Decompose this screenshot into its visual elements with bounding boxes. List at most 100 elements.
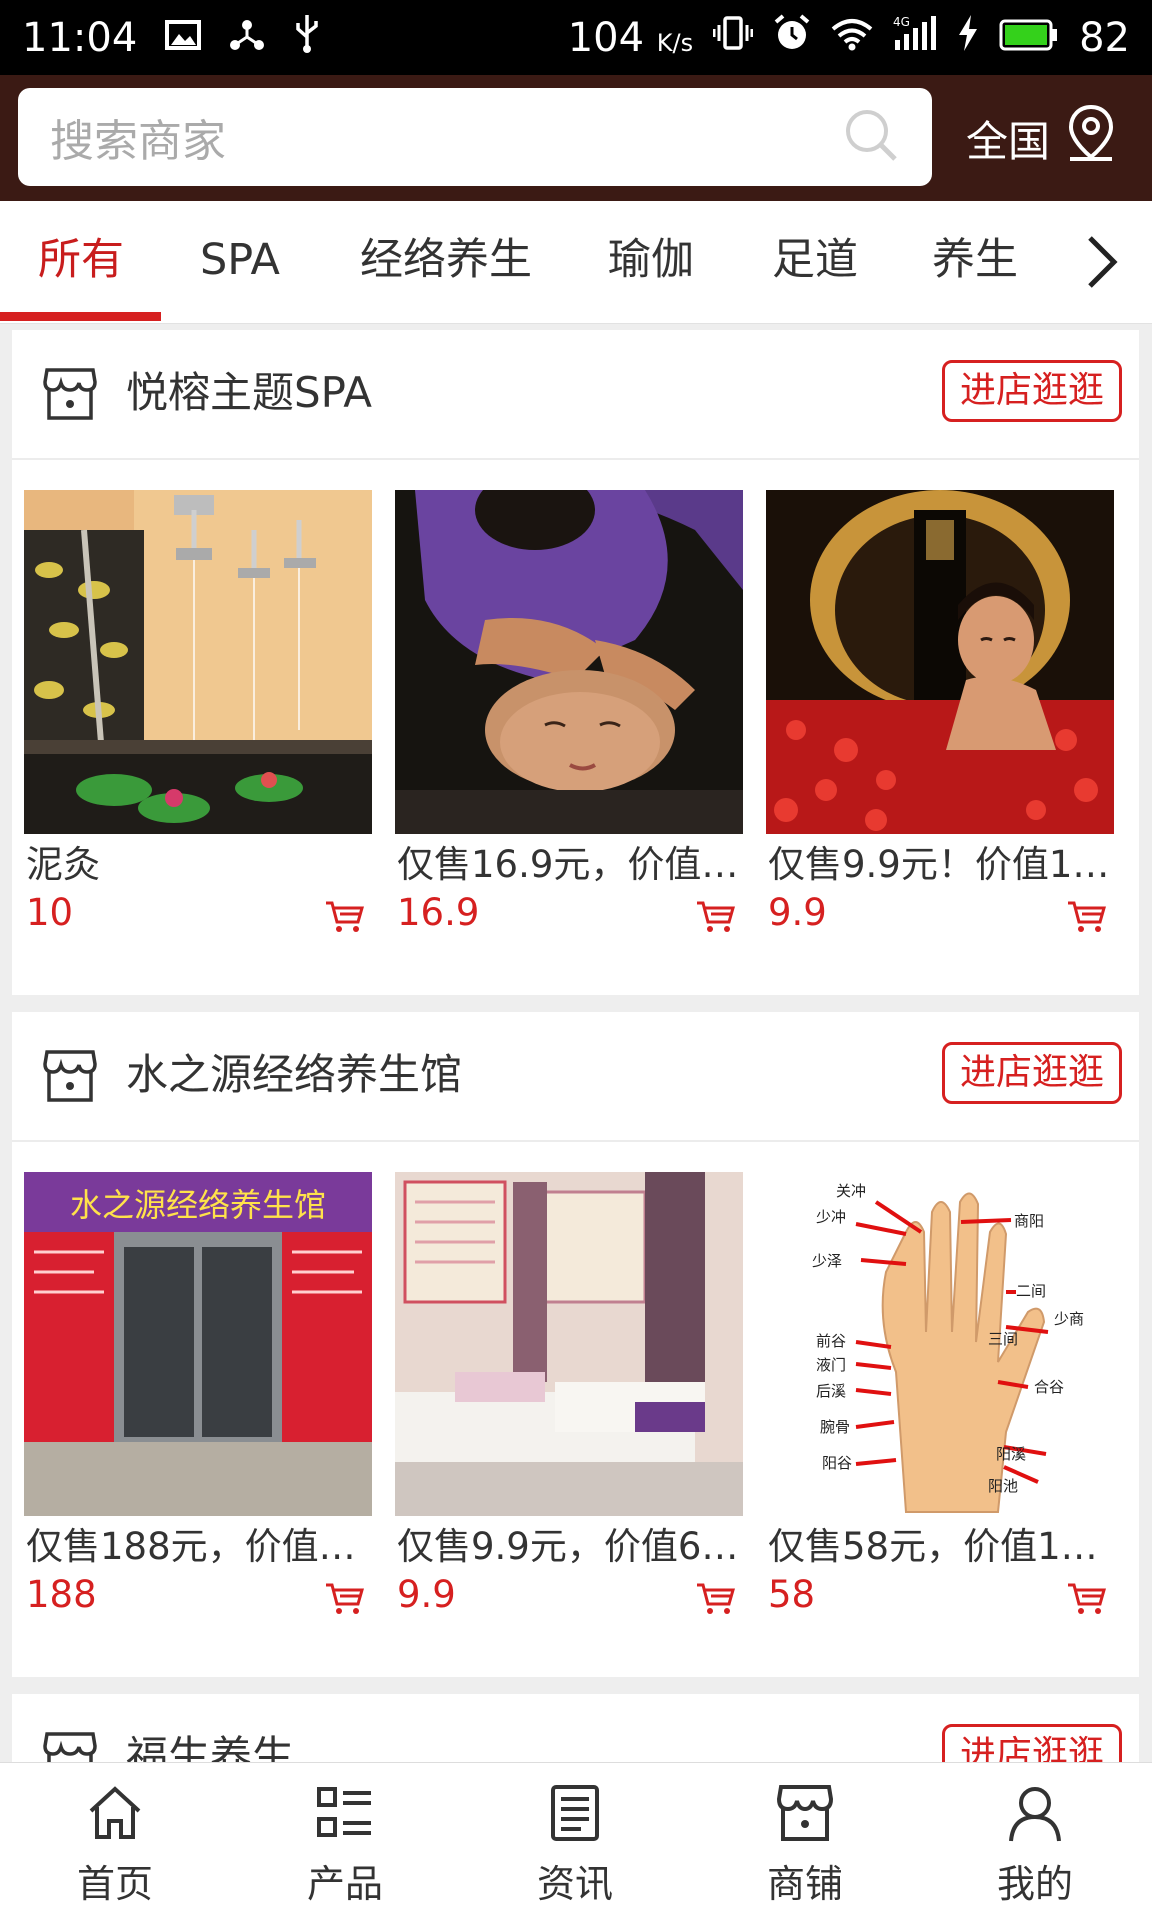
store-card: 福生养生 进店逛逛: [12, 1694, 1139, 1762]
visit-store-button[interactable]: 进店逛逛: [942, 1724, 1122, 1762]
network-speed: 104 K/s: [567, 14, 694, 61]
cart-icon[interactable]: [695, 1582, 735, 1620]
product-item[interactable]: 仅售16.9元，价值2... 16.9: [395, 490, 743, 934]
store-card: 悦榕主题SPA 进店逛逛 泥灸 10 仅售16.9元，价值2... 16.9 仅…: [12, 330, 1139, 995]
nav-stores-label: 商铺: [766, 1862, 843, 1906]
product-item[interactable]: 关冲 少冲 商阳 少泽 二间 少商 前谷 三间 液门 后溪 合谷 腕骨 阳溪 阳…: [766, 1172, 1114, 1616]
home-icon: [85, 1783, 145, 1847]
top-header: 搜索商家 全国: [0, 75, 1152, 201]
tab-foot[interactable]: 足道: [772, 201, 858, 323]
news-icon: [545, 1783, 605, 1847]
category-tabs: 所有 SPA 经络养生 瑜伽 足道 养生: [0, 201, 1152, 324]
svg-text:关冲: 关冲: [836, 1182, 866, 1200]
svg-text:阳谷: 阳谷: [822, 1454, 852, 1472]
location-pin-icon: [1064, 103, 1118, 173]
chevron-right-icon[interactable]: [1082, 232, 1122, 296]
tab-yoga[interactable]: 瑜伽: [608, 201, 694, 323]
product-image-shower-room[interactable]: [24, 490, 372, 834]
store-icon: [775, 1783, 835, 1847]
store-header: 悦榕主题SPA 进店逛逛: [12, 330, 1139, 460]
alarm-icon: [773, 13, 811, 62]
nav-home[interactable]: 首页: [0, 1763, 230, 1921]
product-title: 仅售9.9元，价值68...: [397, 1525, 743, 1568]
product-title: 仅售58元，价值12...: [768, 1525, 1114, 1568]
product-row: 泥灸 10 仅售16.9元，价值2... 16.9 仅售9.9元！价值12...…: [12, 460, 1139, 934]
tab-all[interactable]: 所有: [38, 201, 124, 323]
nav-home-label: 首页: [76, 1862, 153, 1906]
search-icon[interactable]: [842, 106, 900, 168]
active-tab-indicator: [0, 312, 161, 321]
product-price: 16.9: [397, 891, 480, 934]
svg-text:三间: 三间: [988, 1330, 1018, 1348]
region-selector[interactable]: 全国: [966, 95, 1118, 181]
nav-news-label: 资讯: [536, 1862, 613, 1906]
nav-mine-label: 我的: [996, 1862, 1073, 1906]
product-price: 58: [768, 1573, 816, 1616]
nav-products[interactable]: 产品: [230, 1763, 460, 1921]
product-title: 仅售16.9元，价值2...: [397, 843, 743, 886]
share-notification-icon: [229, 15, 265, 61]
cart-icon[interactable]: [324, 1582, 364, 1620]
product-image-facial-massage[interactable]: [395, 490, 743, 834]
signal-4g-icon: 4G: [893, 14, 937, 62]
status-bar: 11:04 104 K/s 4G 82: [0, 0, 1152, 75]
svg-text:商阳: 商阳: [1014, 1212, 1044, 1230]
store-name: 悦榕主题SPA: [126, 368, 373, 417]
svg-text:阳溪: 阳溪: [996, 1445, 1026, 1463]
nav-stores[interactable]: 商铺: [690, 1763, 920, 1921]
svg-text:水之源经络养生馆: 水之源经络养生馆: [70, 1186, 326, 1224]
product-image-storefront[interactable]: 水之源经络养生馆: [24, 1172, 372, 1516]
store-icon: [42, 1048, 98, 1108]
wifi-icon: [831, 15, 873, 61]
nav-news[interactable]: 资讯: [460, 1763, 690, 1921]
battery-level: 82: [1079, 14, 1130, 61]
nav-mine[interactable]: 我的: [920, 1763, 1150, 1921]
product-price: 9.9: [397, 1573, 456, 1616]
store-card: 水之源经络养生馆 进店逛逛 水之源经络养生馆 仅售188元，价值1... 188: [12, 1012, 1139, 1677]
store-name: 水之源经络养生馆: [126, 1050, 463, 1099]
visit-store-button[interactable]: 进店逛逛: [942, 360, 1122, 422]
usb-icon: [293, 13, 321, 63]
store-icon: [42, 366, 98, 426]
person-icon: [1005, 1783, 1065, 1847]
product-title: 仅售188元，价值1...: [26, 1525, 372, 1568]
svg-text:少冲: 少冲: [816, 1208, 846, 1226]
search-placeholder: 搜索商家: [50, 116, 226, 167]
product-image-flower-bath[interactable]: [766, 490, 1114, 834]
status-time: 11:04: [22, 14, 138, 61]
region-label: 全国: [966, 116, 1051, 166]
product-item[interactable]: 水之源经络养生馆 仅售188元，价值1... 188: [24, 1172, 372, 1616]
product-title: 仅售9.9元！价值12...: [768, 843, 1114, 886]
product-image-treatment-room[interactable]: [395, 1172, 743, 1516]
svg-text:腕骨: 腕骨: [820, 1418, 850, 1436]
product-image-hand-acupoints[interactable]: 关冲 少冲 商阳 少泽 二间 少商 前谷 三间 液门 后溪 合谷 腕骨 阳溪 阳…: [766, 1172, 1114, 1516]
product-item[interactable]: 仅售9.9元！价值12... 9.9: [766, 490, 1114, 934]
bottom-navigation: 首页 产品 资讯 商铺 我的: [0, 1762, 1152, 1921]
product-price: 9.9: [768, 891, 827, 934]
charging-icon: [957, 14, 979, 61]
product-row: 水之源经络养生馆 仅售188元，价值1... 188 仅售9.9元，价值68..…: [12, 1142, 1139, 1616]
svg-text:合谷: 合谷: [1034, 1378, 1064, 1396]
cart-icon[interactable]: [1066, 900, 1106, 938]
tab-meridian[interactable]: 经络养生: [360, 201, 532, 323]
product-price: 10: [26, 891, 74, 934]
product-item[interactable]: 仅售9.9元，价值68... 9.9: [395, 1172, 743, 1616]
product-item[interactable]: 泥灸 10: [24, 490, 372, 934]
svg-text:4G: 4G: [893, 15, 910, 29]
store-header: 水之源经络养生馆 进店逛逛: [12, 1012, 1139, 1142]
store-name: 福生养生: [126, 1732, 295, 1762]
search-bar[interactable]: 搜索商家: [18, 88, 932, 186]
svg-text:前谷: 前谷: [816, 1332, 846, 1350]
svg-text:液门: 液门: [816, 1356, 846, 1374]
nav-products-label: 产品: [306, 1862, 383, 1906]
tab-health[interactable]: 养生: [932, 201, 1018, 323]
image-notification-icon: [165, 15, 202, 61]
svg-text:少泽: 少泽: [812, 1252, 842, 1270]
svg-text:阳池: 阳池: [988, 1477, 1018, 1495]
svg-text:二间: 二间: [1016, 1282, 1046, 1300]
cart-icon[interactable]: [324, 900, 364, 938]
cart-icon[interactable]: [1066, 1582, 1106, 1620]
tab-spa[interactable]: SPA: [200, 201, 280, 323]
visit-store-button[interactable]: 进店逛逛: [942, 1042, 1122, 1104]
cart-icon[interactable]: [695, 900, 735, 938]
